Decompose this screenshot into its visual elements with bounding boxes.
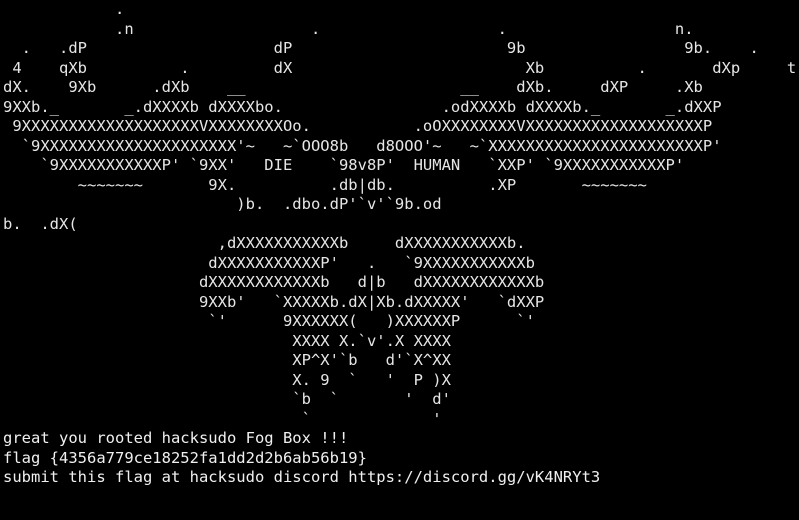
submit-instructions: submit this flag at hacksudo discord htt…	[3, 468, 601, 486]
terminal-window[interactable]: . . .n . . n. . .dP dP 9b 9b. . 4 qXb . …	[3, 0, 799, 520]
flag-text: flag {4356a779ce18252fa1dd2d2b6ab56b19}	[3, 448, 367, 467]
ascii-art-line: .n . . n.	[3, 19, 694, 38]
ascii-art-line: dXXXXXXXXXXXP' . `9XXXXXXXXXXXb	[3, 253, 535, 272]
ascii-art-line: 9XXXXXXXXXXXXXXXXXXXVXXXXXXXXOo. .oOXXXX…	[3, 117, 713, 135]
ascii-art-line: ,dXXXXXXXXXXXb dXXXXXXXXXXXb.	[3, 234, 526, 252]
ascii-art-line: dX. 9Xb .dXb __ __ dXb. dXP .Xb	[3, 78, 703, 96]
ascii-art-line: XXXX X.`v'.X XXXX	[3, 331, 451, 350]
ascii-art-line: `9XXXXXXXXXXXP' `9XX' DIE `98v8P' HUMAN …	[3, 156, 685, 174]
ascii-art-line: dXXXXXXXXXXXXb d|b dXXXXXXXXXXXXb	[3, 273, 545, 291]
ascii-art-line: XP^X'`b d'`X^XX	[3, 351, 451, 369]
ascii-art-line: `b ` ' d'	[3, 390, 451, 408]
ascii-art-line: b. .dX(	[3, 214, 78, 233]
ascii-art-line: ~~~~~~~ 9X. .db|db. .XP ~~~~~~~	[3, 175, 647, 194]
rooted-message: great you rooted hacksudo Fog Box !!!	[3, 429, 349, 447]
ascii-art-line: . .dP dP 9b 9b. .	[3, 39, 759, 57]
ascii-art-line: 4 qXb . dX Xb . dXp t	[3, 58, 797, 77]
ascii-art-line: 9XXb._ _.dXXXXb dXXXXbo. .odXXXXb dXXXXb…	[3, 97, 722, 116]
ascii-art-line: X. 9 ` ' P )X	[3, 370, 451, 389]
ascii-art-line: `' 9XXXXXX( )XXXXXXP `'	[3, 312, 535, 330]
ascii-art-line: ` '	[3, 409, 442, 428]
ascii-art-line: )b. .dbo.dP'`v'`9b.od	[3, 195, 442, 213]
ascii-art-line: 9XXb' `XXXXXb.dX|Xb.dXXXXX' `dXXP	[3, 292, 545, 311]
ascii-art-line: `9XXXXXXXXXXXXXXXXXXXXX'~ ~`OOO8b d8OOO'…	[3, 136, 722, 155]
ascii-art-line: . .	[3, 0, 799, 18]
